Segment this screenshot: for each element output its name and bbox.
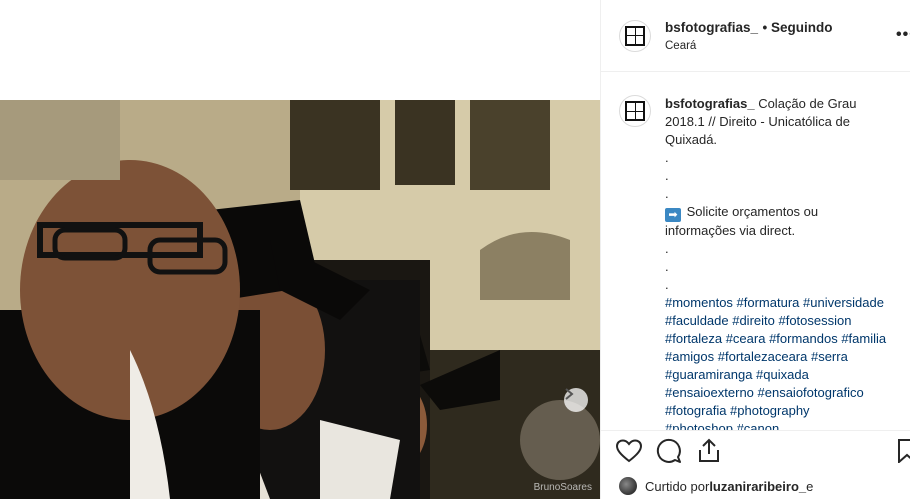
hashtag-line[interactable]: #photoshop #canon [665, 420, 903, 430]
liker-avatar[interactable] [619, 477, 637, 495]
liked-by: Curtido por luzaniraribeiro_ e [619, 477, 813, 495]
caption-dot: . [665, 277, 669, 292]
caption-dot: . [665, 168, 669, 183]
caption-dot: . [665, 186, 669, 201]
post-location[interactable]: Ceará [665, 40, 832, 52]
like-button[interactable] [615, 437, 643, 465]
caption-line: 2018.1 // Direito - Unicatólica de [665, 114, 850, 129]
hashtag-line[interactable]: #momentos #formatura #universidade [665, 294, 903, 312]
header-text: bsfotografias_ • Seguindo Ceará [665, 19, 832, 52]
caption-avatar[interactable] [619, 95, 651, 127]
post-side-panel: bsfotografias_ • Seguindo Ceará ••• bsfo… [600, 0, 910, 499]
caption-line: ➡ Solicite orçamentos ou [665, 203, 903, 222]
post-username[interactable]: bsfotografias_ [665, 20, 758, 35]
brand-logo-icon [625, 101, 645, 121]
hashtag-line[interactable]: #fotografia #photography [665, 402, 903, 420]
caption-text: bsfotografias_ Colação de Grau 2018.1 //… [665, 95, 903, 430]
hashtag-line[interactable]: #faculdade #direito #fotosession [665, 312, 903, 330]
caption-line: Quixadá. [665, 132, 718, 147]
hashtag-line[interactable]: #guaramiranga #quixada [665, 366, 903, 384]
liker-username[interactable]: luzaniraribeiro_ [709, 479, 806, 494]
hashtag-line[interactable]: #ensaioexterno #ensaiofotografico [665, 384, 903, 402]
hashtag-line[interactable]: #fortaleza #ceara #formandos #familia [665, 330, 903, 348]
heart-icon [616, 438, 642, 462]
caption-username[interactable]: bsfotografias_ [665, 96, 755, 111]
photo-area: BrunoSoares [0, 0, 600, 499]
action-bar [601, 430, 910, 470]
more-options-button[interactable]: ••• [896, 26, 910, 44]
profile-avatar[interactable] [619, 19, 651, 52]
hashtag-line[interactable]: #amigos #fortalezaceara #serra [665, 348, 903, 366]
caption-text-part: Colação de Grau [754, 96, 857, 111]
caption-dot: . [665, 259, 669, 274]
chevron-right-icon [565, 388, 574, 400]
photo-watermark: BrunoSoares [533, 482, 592, 493]
following-status[interactable]: • Seguindo [762, 20, 832, 35]
share-button[interactable] [695, 437, 723, 465]
post-header: bsfotografias_ • Seguindo Ceará ••• [601, 0, 910, 72]
arrow-right-icon: ➡ [665, 208, 681, 222]
cta-text: Solicite orçamentos ou [683, 204, 819, 219]
comment-button[interactable] [655, 437, 683, 465]
caption-row: bsfotografias_ Colação de Grau 2018.1 //… [619, 95, 903, 430]
post-photo[interactable]: BrunoSoares [0, 100, 600, 499]
brand-logo-icon [625, 25, 645, 46]
share-icon [699, 438, 719, 462]
save-button[interactable] [897, 439, 910, 468]
graduation-photo-illustration [0, 100, 600, 499]
caption-dot: . [665, 150, 669, 165]
liked-by-suffix: e [806, 478, 814, 494]
next-photo-button[interactable] [564, 388, 588, 412]
caption-area: bsfotografias_ Colação de Grau 2018.1 //… [601, 73, 910, 430]
liked-by-prefix: Curtido por [645, 478, 710, 494]
caption-line: bsfotografias_ Colação de Grau [665, 95, 903, 113]
bookmark-icon [898, 439, 910, 465]
caption-line: informações via direct. [665, 223, 796, 238]
caption-dot: . [665, 241, 669, 256]
comment-icon [656, 438, 681, 463]
